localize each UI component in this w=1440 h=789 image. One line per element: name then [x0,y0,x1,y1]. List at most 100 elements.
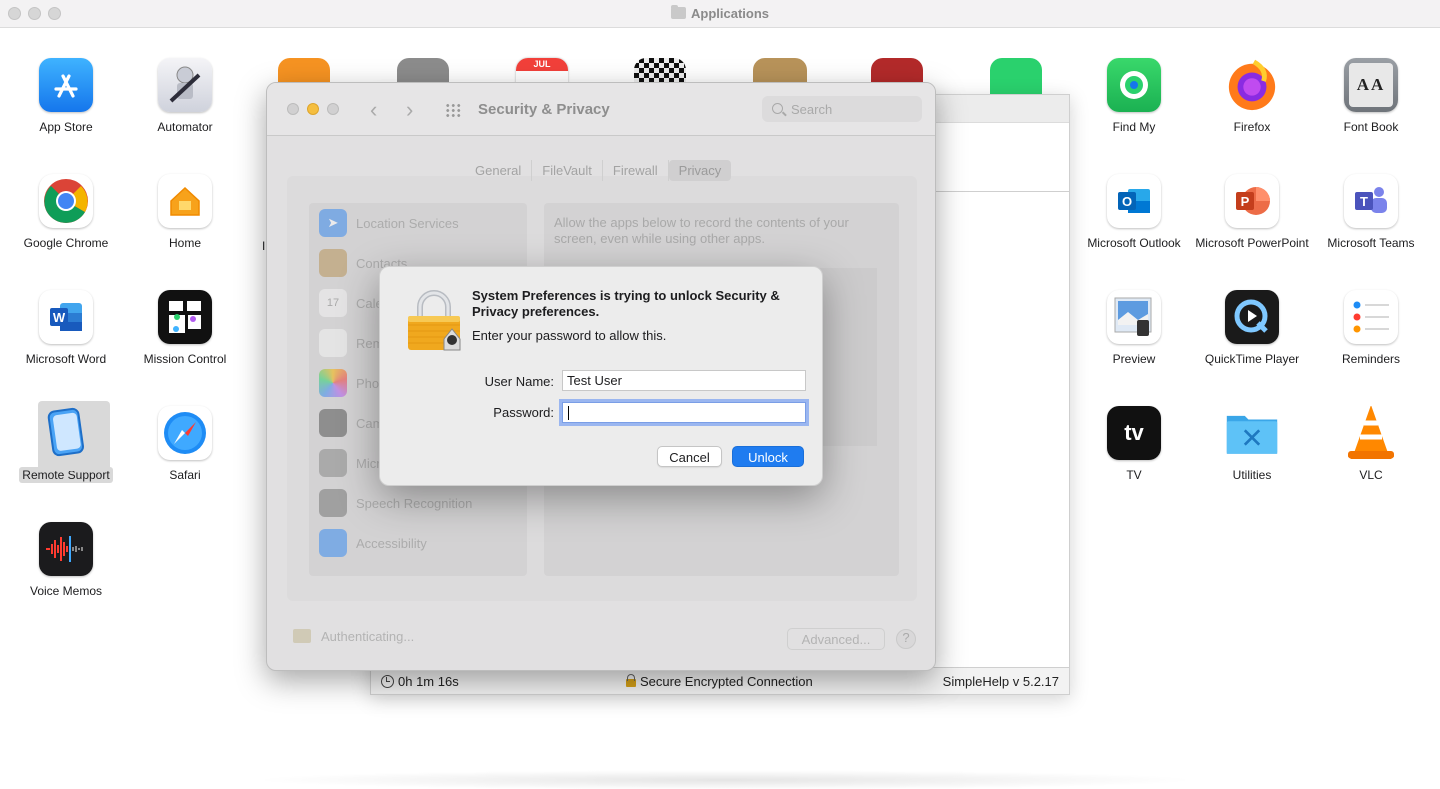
sidebar-item-speech-recognition[interactable]: Speech Recognition [309,483,527,523]
mission-control-icon [158,290,212,344]
sidebar-item-location-services[interactable]: ➤ Location Services [309,203,527,243]
advanced-button[interactable]: Advanced... [787,628,885,650]
location-arrow-icon: ➤ [319,209,347,237]
session-timer: 0h 1m 16s [381,674,459,689]
dialog-title: System Preferences is trying to unlock S… [472,288,780,319]
svg-text:O: O [1122,194,1132,209]
powerpoint-icon: P [1225,174,1279,228]
show-all-grid-icon[interactable] [445,103,461,117]
app-microsoft-teams[interactable]: T Microsoft Teams [1312,174,1430,251]
accessibility-icon [319,529,347,557]
window-toolbar: ‹ › Security & Privacy Search [267,83,935,136]
app-app-store[interactable]: App Store [7,58,125,135]
username-field[interactable]: Test User [562,370,806,391]
svg-text:T: T [1360,194,1368,209]
privacy-description: Allow the apps below to record the conte… [554,215,849,246]
photos-icon [319,369,347,397]
text-cursor [568,406,569,420]
clock-icon [381,675,394,688]
window-title: Applications [0,5,1440,21]
connection-status: Secure Encrypted Connection [626,674,813,689]
voice-memos-icon [39,522,93,576]
utilities-icon [1225,406,1279,460]
app-voice-memos[interactable]: Voice Memos [7,522,125,599]
tab-filevault[interactable]: FileVault [532,160,603,181]
vlc-icon [1344,406,1398,460]
app-microsoft-word[interactable]: W Microsoft Word [7,290,125,367]
zoom-button[interactable] [327,103,339,115]
tv-icon: tv [1107,406,1161,460]
app-automator[interactable]: Automator [126,58,244,135]
reminders-icon [1344,290,1398,344]
firefox-icon [1225,58,1279,112]
dialog-message: Enter your password to allow this. [472,328,667,343]
cancel-button[interactable]: Cancel [657,446,722,467]
close-button[interactable] [287,103,299,115]
padlock-icon [408,290,461,351]
quicktime-icon [1225,290,1279,344]
facetime-icon[interactable] [990,58,1042,94]
app-version: SimpleHelp v 5.2.17 [942,674,1059,689]
remote-support-icon [39,406,93,460]
window-title: Security & Privacy [478,101,610,118]
app-home[interactable]: Home [126,174,244,251]
forward-arrow-icon[interactable]: › [406,97,413,123]
help-button[interactable]: ? [896,629,916,649]
app-remote-support[interactable]: Remote Support [7,401,125,483]
search-icon [772,103,783,114]
folder-icon [670,5,686,19]
app-google-chrome[interactable]: Google Chrome [7,174,125,251]
auth-dialog: System Preferences is trying to unlock S… [379,266,823,486]
contacts-icon [319,249,347,277]
sidebar-item-accessibility[interactable]: Accessibility [309,523,527,563]
search-field[interactable]: Search [762,96,922,122]
app-font-book[interactable]: AA Font Book [1312,58,1430,135]
finder-titlebar: Applications [0,0,1440,28]
word-icon: W [39,290,93,344]
app-microsoft-powerpoint[interactable]: P Microsoft PowerPoint [1193,174,1311,251]
svg-text:P: P [1241,194,1250,209]
app-quicktime-player[interactable]: QuickTime Player [1193,290,1311,367]
microphone-icon [319,449,347,477]
app-vlc[interactable]: VLC [1312,406,1430,483]
waveform-icon [319,489,347,517]
reminders-icon [319,329,347,357]
minimize-button[interactable] [307,103,319,115]
remote-status-bar: 0h 1m 16s Secure Encrypted Connection Si… [371,667,1069,694]
tab-firewall[interactable]: Firewall [603,160,669,181]
app-mission-control[interactable]: Mission Control [126,290,244,367]
home-icon [158,174,212,228]
password-field[interactable] [562,402,806,423]
safari-icon [158,406,212,460]
find-my-icon [1107,58,1161,112]
calendar-icon: 17 [319,289,347,317]
app-safari[interactable]: Safari [126,406,244,483]
chrome-icon [39,174,93,228]
teams-icon: T [1344,174,1398,228]
app-tv[interactable]: tv TV [1075,406,1193,483]
app-store-icon [39,58,93,112]
preview-icon [1107,290,1161,344]
automator-icon [158,58,212,112]
tab-privacy[interactable]: Privacy [668,160,732,181]
svg-text:W: W [53,310,66,325]
lock-icon[interactable] [293,629,311,643]
app-find-my[interactable]: Find My [1075,58,1193,135]
app-utilities[interactable]: Utilities [1193,406,1311,483]
app-reminders[interactable]: Reminders [1312,290,1430,367]
tab-bar: General FileVault Firewall Privacy [465,160,732,181]
auth-status: Authenticating... [293,629,414,644]
password-label: Password: [493,405,554,420]
unlock-button[interactable]: Unlock [732,446,804,467]
app-firefox[interactable]: Firefox [1193,58,1311,135]
partial-app-label: I [262,239,266,253]
padlock-icon [626,674,636,687]
app-preview[interactable]: Preview [1075,290,1193,367]
window-shadow [250,770,1200,789]
font-book-icon: AA [1344,58,1398,112]
app-microsoft-outlook[interactable]: O Microsoft Outlook [1075,174,1193,251]
back-arrow-icon[interactable]: ‹ [370,97,377,123]
camera-icon [319,409,347,437]
tab-general[interactable]: General [465,160,533,181]
username-label: User Name: [484,374,554,389]
